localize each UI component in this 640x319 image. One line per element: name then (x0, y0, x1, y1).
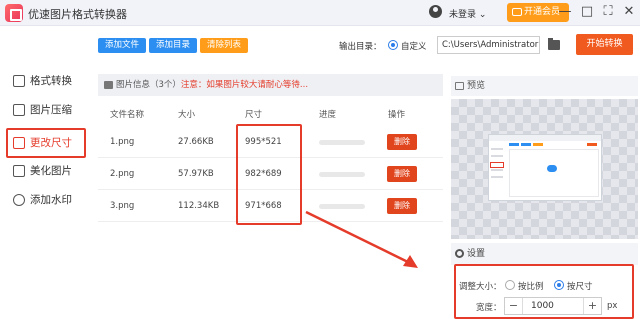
arrow-line (305, 210, 413, 266)
annotation-arrow (305, 210, 418, 268)
